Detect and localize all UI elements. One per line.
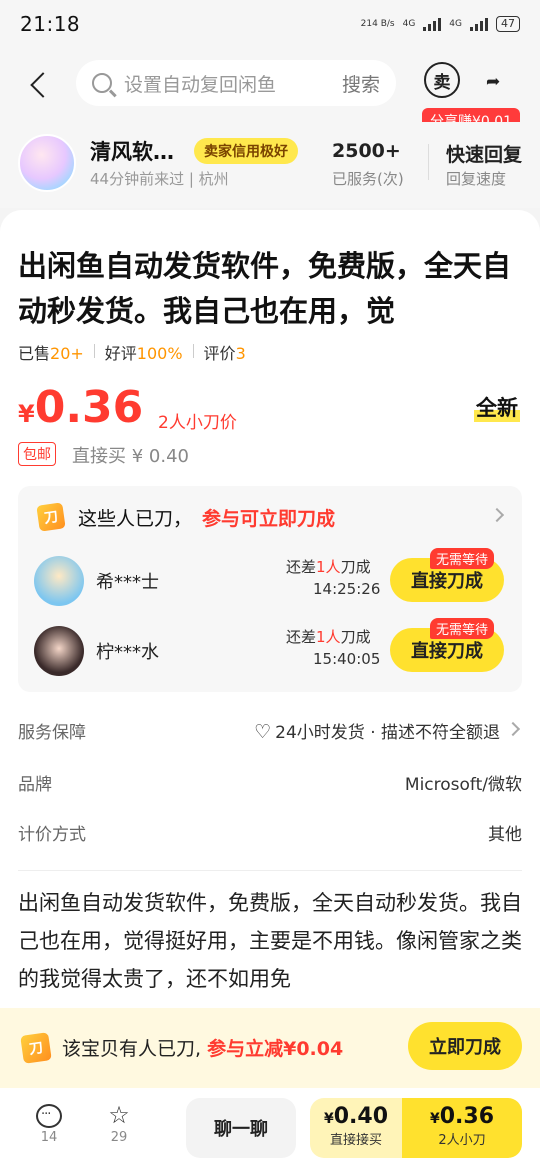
banner-text: 该宝贝有人已刀, 参与立减¥0.04 [62, 1038, 344, 1060]
pricing-label: 计价方式 [18, 825, 86, 845]
brand-value: Microsoft/微软 [404, 775, 522, 795]
chevron-right-icon[interactable] [505, 721, 521, 737]
user-avatar [34, 556, 84, 606]
divider [93, 344, 95, 358]
product-description: 出闲鱼自动发货软件，免费版，全天自动秒发货。我自己也在用，觉得挺好用，主要是不用… [18, 891, 522, 991]
favorite-count: 29 [110, 1130, 128, 1145]
direct-buy-button[interactable]: ¥0.40 直接接买 [310, 1098, 402, 1158]
price-note: 2人小刀价 [158, 413, 237, 433]
brand-label: 品牌 [18, 775, 52, 795]
reply-speed-label: 回复速度 [446, 170, 507, 188]
product-stats: 已售20+ 好评100% 评价3 [18, 340, 246, 364]
status-indicators: 214 B/s 4G 4G 47 [361, 16, 520, 32]
heart-icon: ♡ [254, 721, 272, 743]
net-speed: 214 B/s [360, 19, 395, 29]
good-rate-stat: 好评100% [104, 344, 183, 363]
service-label: 服务保障 [18, 723, 86, 743]
cut-need: 还差1人刀成 [286, 628, 371, 646]
status-time: 21:18 [20, 12, 81, 36]
brand-row: 品牌 Microsoft/微软 [18, 758, 522, 808]
cut-buy-button[interactable]: ¥0.36 2人小刀 [402, 1098, 522, 1158]
knife-icon: 刀 [20, 1032, 52, 1064]
pricing-row: 计价方式 其他 [18, 808, 522, 858]
comment-count: 14 [40, 1130, 58, 1145]
condition-tag: 全新 [474, 392, 520, 422]
service-row[interactable]: 服务保障 ♡ 24小时发货 · 描述不符全额退 [18, 706, 522, 756]
seller-avatar[interactable] [18, 134, 76, 192]
seller-last-seen: 44分钟前来过 | 杭州 [90, 170, 229, 188]
pricing-value: 其他 [488, 825, 522, 845]
product-title: 出闲鱼自动发货软件，免费版，全天自动秒发货。我自己也在用，觉 [18, 249, 512, 328]
cut-row: 柠***水 还差1人刀成 15:40:05 直接刀成 无需等待 [18, 618, 522, 682]
divider [192, 344, 194, 358]
served-label: 已服务(次) [332, 170, 404, 188]
comment-button[interactable]: 14 [24, 1100, 74, 1145]
seller-info[interactable]: 清风软… 卖家信用极好 44分钟前来过 | 杭州 2500+ 已服务(次) 快速… [0, 122, 540, 208]
cut-time: 15:40:05 [313, 650, 381, 668]
battery-icon: 47 [496, 16, 520, 32]
divider [18, 870, 522, 871]
search-button[interactable]: 搜索 [342, 70, 380, 97]
purchase-buttons: ¥0.40 直接接买 ¥0.36 2人小刀 [310, 1098, 522, 1158]
price: ¥0.36 [18, 382, 144, 433]
no-wait-badge: 无需等待 [430, 618, 495, 639]
user-avatar [34, 626, 84, 676]
reply-speed: 快速回复 [446, 144, 523, 166]
cut-user-name: 柠***水 [96, 642, 159, 663]
signal-icon [423, 17, 442, 31]
cut-section[interactable]: 刀 这些人已刀， 参与可立即刀成 希***士 还差1人刀成 14:25:26 直接… [18, 486, 522, 692]
service-value: ♡ 24小时发货 · 描述不符全额退 [254, 721, 500, 743]
chat-button[interactable]: 聊一聊 [186, 1098, 296, 1158]
divider [428, 144, 429, 180]
share-icon[interactable]: ➦ [486, 72, 500, 92]
seller-name[interactable]: 清风软… [90, 136, 174, 166]
instant-cut-button[interactable]: 立即刀成 [408, 1022, 522, 1070]
review-stat[interactable]: 评价3 [204, 340, 246, 364]
sold-stat: 已售20+ [18, 344, 84, 363]
cut-row: 希***士 还差1人刀成 14:25:26 直接刀成 无需等待 [18, 548, 522, 612]
net-type-2: 4G [449, 19, 462, 29]
status-bar: 21:18 214 B/s 4G 4G 47 [0, 0, 540, 48]
search-placeholder: 设置自动复回闲鱼 [124, 73, 277, 96]
search-icon [92, 73, 112, 93]
cut-time: 14:25:26 [313, 580, 381, 598]
credit-badge: 卖家信用极好 [194, 138, 298, 164]
chevron-right-icon[interactable] [489, 507, 505, 523]
free-shipping-badge: 包邮 [18, 442, 56, 466]
cut-banner: 刀 该宝贝有人已刀, 参与立减¥0.04 立即刀成 [0, 1008, 540, 1088]
served-count: 2500+ [332, 140, 401, 162]
star-icon: ☆ [108, 1101, 130, 1129]
signal-icon-2 [470, 17, 488, 31]
favorite-button[interactable]: ☆ 29 [94, 1100, 144, 1145]
direct-buy-price: 直接买 ¥ 0.40 [72, 446, 189, 467]
no-wait-badge: 无需等待 [430, 548, 495, 569]
search-bar[interactable]: 设置自动复回闲鱼 搜索 [76, 60, 396, 106]
chat-bubble-icon [36, 1100, 62, 1130]
top-header: 设置自动复回闲鱼 搜索 卖 ➦ 分享赚¥0.01 [0, 48, 540, 134]
sell-icon[interactable]: 卖 [424, 62, 460, 98]
cut-need: 还差1人刀成 [286, 558, 371, 576]
bottom-bar: 14 ☆ 29 聊一聊 ¥0.40 直接接买 ¥0.36 2人小刀 [0, 1088, 540, 1170]
cut-title: 这些人已刀， 参与可立即刀成 [78, 508, 336, 530]
back-arrow-icon[interactable] [26, 72, 52, 98]
product-card: 出闲鱼自动发货软件，免费版，全天自动秒发货。我自己也在用，觉 已售20+ 好评1… [0, 210, 540, 1010]
knife-icon: 刀 [36, 502, 66, 532]
cut-user-name: 希***士 [96, 572, 159, 593]
net-type-1: 4G [402, 19, 416, 29]
